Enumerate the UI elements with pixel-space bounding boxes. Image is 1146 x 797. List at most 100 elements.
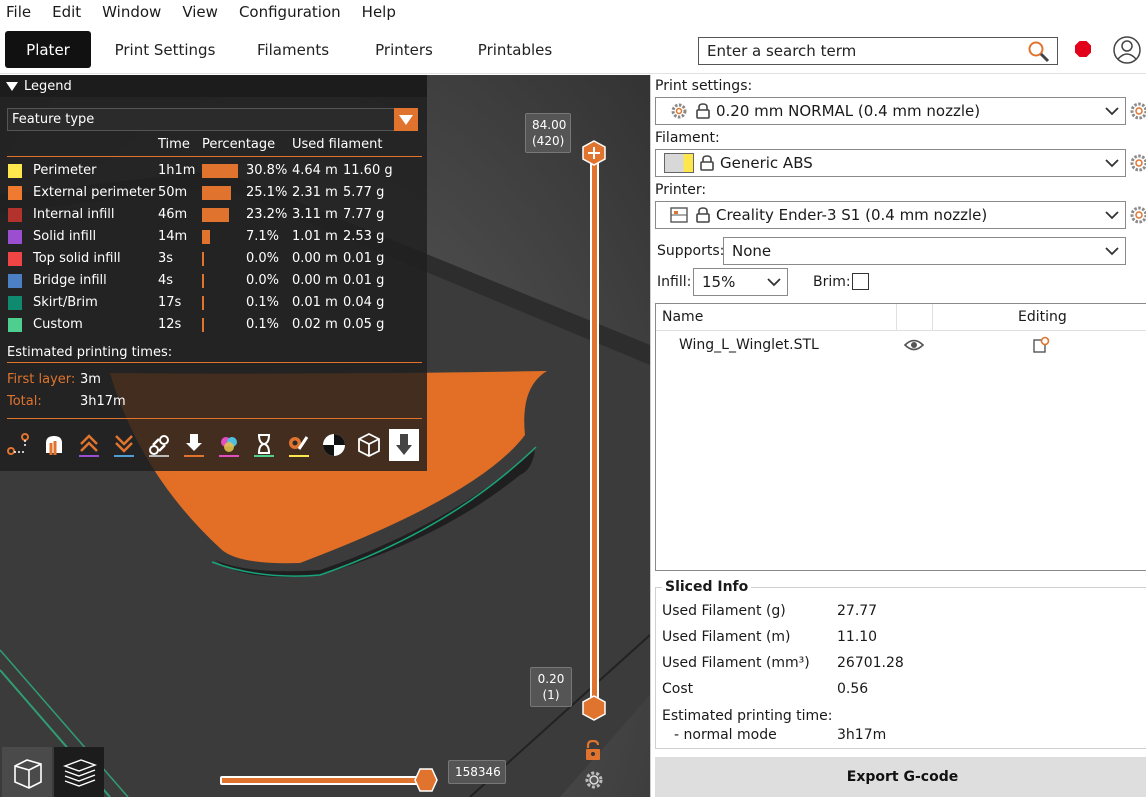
view-type-select[interactable]: Feature type [7,108,418,131]
layer-slider-track[interactable] [590,153,599,708]
legend-used-weight: 0.04 g [343,295,385,310]
visibility-eye-icon[interactable] [904,338,924,352]
sliced-label: Used Filament (m) [662,629,791,645]
sliced-label: Used Filament (g) [662,603,786,619]
dropdown-arrow-icon[interactable] [394,108,418,131]
menu-edit[interactable]: Edit [52,3,81,21]
menu-bar: File Edit Window View Configuration Help [0,0,1146,24]
collapse-triangle-icon[interactable] [6,81,18,91]
legend-row[interactable]: Bridge infill 4s 0.0% 0.00 m 0.01 g [0,270,427,292]
col-editing[interactable]: Editing [1018,309,1067,325]
first-layer-label: First layer: [7,372,76,387]
brim-label: Brim: [813,274,851,290]
tab-filaments[interactable]: Filaments [250,31,336,68]
legend-percentage: 23.2% [246,207,288,222]
printer-combo[interactable]: Creality Ender-3 S1 (0.4 mm nozzle) [655,201,1126,229]
move-slider-thumb[interactable] [414,768,438,792]
custom-gcodes-icon[interactable] [284,429,314,461]
center-of-gravity-icon[interactable] [319,429,349,461]
legend-row[interactable]: Custom 12s 0.1% 0.02 m 0.05 g [0,314,427,336]
move-slider-track[interactable] [220,776,430,785]
filament-color-swatch [664,153,694,173]
search-input[interactable]: Enter a search term [698,37,1058,65]
tab-printables[interactable]: Printables [470,31,560,68]
view-type-value: Feature type [12,112,95,127]
legend-percentage-bar [202,318,204,332]
legend-row[interactable]: Internal infill 46m 23.2% 3.11 m 7.77 g [0,204,427,226]
legend-time: 14m [158,229,188,244]
tool-changes-icon[interactable] [179,429,209,461]
layer-slider-top-thumb[interactable] [582,140,606,166]
legend-header[interactable]: Legend [0,75,427,97]
search-icon[interactable] [1027,40,1051,64]
preview-button[interactable] [54,747,104,797]
menu-file[interactable]: File [6,3,31,21]
edit-print-settings-icon[interactable] [1129,101,1146,121]
legend-row[interactable]: Solid infill 14m 7.1% 1.01 m 2.53 g [0,226,427,248]
legend-percentage: 0.1% [246,295,280,310]
tab-print-settings[interactable]: Print Settings [110,31,220,68]
print-settings-combo[interactable]: 0.20 mm NORMAL (0.4 mm nozzle) [655,97,1126,125]
filament-combo[interactable]: Generic ABS [655,149,1126,177]
print-settings-gear-icon [671,103,687,119]
legend-row[interactable]: Skirt/Brim 17s 0.1% 0.01 m 0.04 g [0,292,427,314]
menu-window[interactable]: Window [102,3,161,21]
legend-toolbar [4,427,422,463]
sliced-label: Cost [662,681,694,697]
legend-feature-name: Perimeter [33,163,97,178]
chevron-down-icon [1105,159,1119,168]
tab-plater[interactable]: Plater [5,31,91,68]
3d-view-button[interactable] [2,747,52,797]
menu-configuration[interactable]: Configuration [239,3,341,21]
total-label: Total: [7,394,42,409]
layers-icon [62,759,98,787]
legend-row[interactable]: Perimeter 1h1m 30.8% 4.64 m 11.60 g [0,160,427,182]
infill-label: Infill: [657,274,692,290]
tool-marker-icon[interactable] [389,429,419,461]
estimated-time-label: Estimated printing time: [662,708,833,724]
legend-percentage: 30.8% [246,163,288,178]
tab-bar: Plater Print Settings Filaments Printers… [0,24,1146,74]
object-row[interactable]: Wing_L_Winglet.STL [656,332,1146,358]
legend-used-length: 0.02 m [292,317,338,332]
3d-viewport[interactable]: Legend Feature type Time Percentage Used… [0,75,650,797]
legend-row[interactable]: External perimeter 50m 25.1% 2.31 m 5.77 g [0,182,427,204]
user-account-icon[interactable] [1112,35,1142,65]
stop-icon[interactable] [1074,40,1092,58]
color-changes-icon[interactable] [214,429,244,461]
supports-combo[interactable]: None [723,237,1126,265]
system-preset-lock-icon [696,207,710,223]
supports-value: None [732,242,772,260]
tab-printers[interactable]: Printers [368,31,440,68]
legend-feature-name: Solid infill [33,229,97,244]
legend-feature-name: Internal infill [33,207,115,222]
legend-columns: Time Percentage Used filament [0,137,427,155]
legend-row[interactable]: Top solid infill 3s 0.0% 0.00 m 0.01 g [0,248,427,270]
edit-printer-icon[interactable] [1129,205,1146,225]
object-list[interactable]: Name Editing Wing_L_Winglet.STL [655,303,1146,571]
layer-slider-bottom-thumb[interactable] [582,695,606,721]
sliced-value: 26701.28 [837,655,904,671]
unlock-icon[interactable] [584,740,604,762]
printer-value: Creality Ender-3 S1 (0.4 mm nozzle) [716,206,988,224]
menu-help[interactable]: Help [362,3,396,21]
pauses-icon[interactable] [249,429,279,461]
col-name[interactable]: Name [662,309,703,325]
chevron-down-icon [1105,247,1119,256]
travel-icon[interactable] [4,429,34,461]
slider-settings-gear-icon[interactable] [584,770,604,790]
infill-combo[interactable]: 15% [693,268,788,296]
legend-percentage: 7.1% [246,229,280,244]
object-settings-icon[interactable] [1032,336,1050,354]
seams-icon[interactable] [109,429,139,461]
edit-filament-icon[interactable] [1129,153,1146,173]
legend-color-swatch [8,208,22,222]
menu-view[interactable]: View [182,3,218,21]
export-gcode-button[interactable]: Export G-code [655,757,1146,797]
retractions-icon[interactable] [39,429,69,461]
wipes-icon[interactable] [144,429,174,461]
legend-feature-name: Custom [33,317,83,332]
brim-checkbox[interactable] [852,273,869,290]
shells-icon[interactable] [354,429,384,461]
deretractions-icon[interactable] [74,429,104,461]
